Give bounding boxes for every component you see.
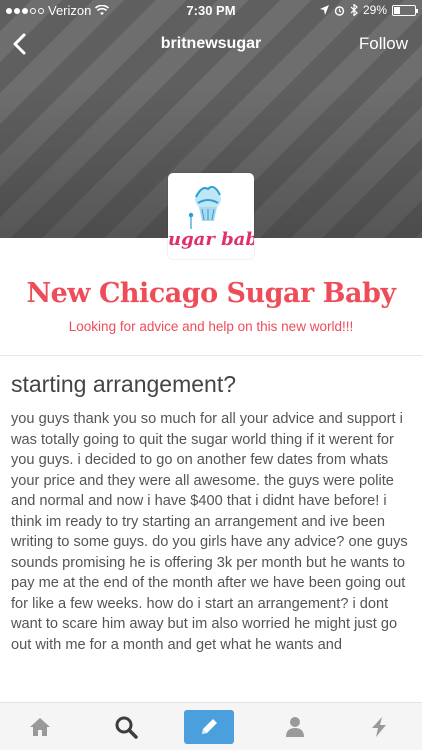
follow-button[interactable]: Follow xyxy=(359,34,408,54)
tab-compose[interactable] xyxy=(179,703,239,750)
cupcake-logo-icon xyxy=(188,186,221,229)
avatar-logo-text: ugar bab xyxy=(168,229,254,250)
location-icon xyxy=(319,5,329,15)
tab-activity[interactable] xyxy=(349,703,409,750)
tab-home[interactable] xyxy=(10,703,70,750)
account-icon xyxy=(286,717,304,737)
activity-icon xyxy=(372,717,386,737)
tab-account[interactable] xyxy=(265,703,325,750)
home-icon xyxy=(30,718,50,736)
nav-bar: britnewsugar Follow xyxy=(0,28,422,60)
battery-percent: 29% xyxy=(362,3,387,17)
post-title: starting arrangement? xyxy=(11,371,237,397)
status-bar: Verizon 7:30 PM 29% xyxy=(0,0,422,22)
divider xyxy=(0,355,422,356)
tab-bar xyxy=(0,702,422,750)
compose-icon xyxy=(202,719,217,734)
blog-description: Looking for advice and help on this new … xyxy=(68,319,354,334)
bluetooth-icon xyxy=(350,4,358,16)
alarm-icon xyxy=(334,5,345,16)
blog-title: New Chicago Sugar Baby xyxy=(26,278,396,309)
tab-search[interactable] xyxy=(96,703,156,750)
post-body: you guys thank you so much for all your … xyxy=(11,411,408,653)
search-icon xyxy=(115,716,138,739)
status-right: 29% xyxy=(319,3,418,17)
compose-button[interactable] xyxy=(184,710,234,744)
battery-icon xyxy=(392,4,418,16)
blog-avatar[interactable]: ugar bab xyxy=(168,173,254,259)
